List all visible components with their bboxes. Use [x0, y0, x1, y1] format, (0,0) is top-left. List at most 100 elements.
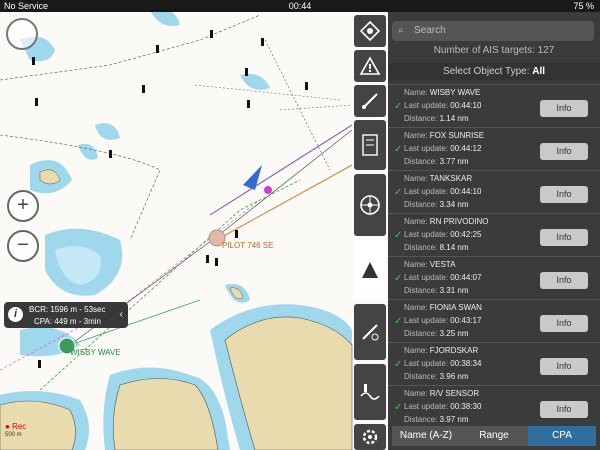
list-item[interactable]: ✓ Name: R/V SENSOR Last update: 00:38:30 Di… [388, 385, 600, 428]
target-name: RN PRIVODINO [429, 217, 489, 226]
target-name-line: Name: VESTA [404, 260, 456, 269]
target-name-line: Name: WISBY WAVE [404, 88, 481, 97]
steering-wheel-icon[interactable] [354, 174, 386, 236]
target-count: Number of AIS targets: 127 [433, 45, 555, 56]
object-type-value: All [532, 66, 546, 77]
record-indicator[interactable]: ● Rec [5, 422, 26, 431]
target-distance-line: Distance: 8.14 nm [404, 243, 469, 252]
list-item[interactable]: ✓ Name: VESTA Last update: 00:44:07 Distanc… [388, 256, 600, 299]
sort-tab[interactable]: Range [460, 426, 528, 446]
warning-icon[interactable] [354, 50, 386, 82]
info-button[interactable]: Info [540, 358, 588, 375]
info-button[interactable]: Info [540, 186, 588, 203]
target-distance: 3.31 nm [439, 286, 469, 295]
info-icon: i [8, 307, 23, 322]
target-distance-line: Distance: 3.96 nm [404, 372, 469, 381]
target-update-line: Last update: 00:38:34 [404, 359, 482, 368]
bcr-text: BCR: 1596 m - 53sec [29, 305, 106, 314]
target-distance-line: Distance: 3.97 nm [404, 415, 469, 424]
vessel-label-pilot: PILOT 746 SE [222, 241, 274, 250]
list-item[interactable]: ✓ Name: RN PRIVODINO Last update: 00:42:25… [388, 213, 600, 256]
zoom-in-button[interactable]: + [7, 190, 39, 222]
weather-tools-icon[interactable] [354, 304, 386, 360]
target-distance: 3.34 nm [439, 200, 469, 209]
target-name-line: Name: R/V SENSOR [404, 389, 480, 398]
target-name: VESTA [429, 260, 456, 269]
target-update-line: Last update: 00:44:12 [404, 144, 482, 153]
list-item[interactable]: ✓ Name: TANKSKAR Last update: 00:44:10 Dist… [388, 170, 600, 213]
chart-layers-icon[interactable] [354, 120, 386, 170]
target-update-line: Last update: 00:43:17 [404, 316, 482, 325]
target-last-update: 00:38:34 [450, 359, 482, 368]
target-name-line: Name: TANKSKAR [404, 174, 473, 183]
checkmark-icon: ✓ [394, 273, 403, 284]
route-edit-icon[interactable] [354, 85, 386, 117]
target-name: TANKSKAR [429, 174, 473, 183]
target-distance-line: Distance: 3.31 nm [404, 286, 469, 295]
target-name-line: Name: RN PRIVODINO [404, 217, 489, 226]
info-button[interactable]: Info [540, 229, 588, 246]
target-last-update: 00:38:30 [450, 402, 482, 411]
checkmark-icon: ✓ [394, 187, 403, 198]
list-item[interactable]: ✓ Name: FOX SUNRISE Last update: 00:44:12 D… [388, 127, 600, 170]
target-update-line: Last update: 00:44:10 [404, 187, 482, 196]
target-name-line: Name: FJORDSKAR [404, 346, 479, 355]
target-name: R/V SENSOR [429, 389, 480, 398]
settings-icon[interactable] [354, 424, 386, 450]
list-item[interactable]: ✓ Name: WISBY WAVE Last update: 00:44:10 Di… [388, 84, 600, 127]
target-name: FIONIA SWAN [429, 303, 482, 312]
target-distance-line: Distance: 3.34 nm [404, 200, 469, 209]
ais-targets-panel: ⌕ Search Number of AIS targets: 127 Sele… [388, 12, 600, 450]
target-distance: 3.77 nm [439, 157, 469, 166]
zoom-out-button[interactable]: − [7, 230, 39, 262]
search-placeholder: Search [414, 25, 446, 36]
target-last-update: 00:44:10 [450, 101, 482, 110]
target-update-line: Last update: 00:42:25 [404, 230, 482, 239]
target-distance: 3.97 nm [439, 415, 469, 424]
target-update-line: Last update: 00:44:10 [404, 101, 482, 110]
compass-icon[interactable] [6, 18, 38, 50]
sort-tabs: Name (A-Z) Range CPA [392, 426, 596, 446]
tides-icon[interactable] [354, 364, 386, 420]
info-button[interactable]: Info [540, 272, 588, 289]
list-item[interactable]: ✓ Name: FIONIA SWAN Last update: 00:43:17 D… [388, 299, 600, 342]
chevron-left-icon[interactable]: ‹ [120, 309, 123, 320]
cpa-text: CPA: 449 m - 3min [34, 317, 101, 326]
target-distance: 3.25 nm [439, 329, 469, 338]
side-toolbar [352, 12, 388, 450]
sort-tab[interactable]: Name (A-Z) [392, 426, 460, 446]
cpa-info-box[interactable]: i BCR: 1596 m - 53sec CPA: 449 m - 3min … [4, 302, 128, 328]
target-update-line: Last update: 00:38:30 [404, 402, 482, 411]
target-distance-line: Distance: 3.77 nm [404, 157, 469, 166]
info-button[interactable]: Info [540, 143, 588, 160]
checkmark-icon: ✓ [394, 402, 403, 413]
checkmark-icon: ✓ [394, 144, 403, 155]
search-icon: ⌕ [398, 25, 404, 36]
target-last-update: 00:42:25 [450, 230, 482, 239]
target-last-update: 00:44:10 [450, 187, 482, 196]
target-distance-line: Distance: 3.25 nm [404, 329, 469, 338]
checkmark-icon: ✓ [394, 230, 403, 241]
vessel-label-wisby: WISBY WAVE [70, 348, 121, 357]
list-item[interactable]: ✓ Name: FJORDSKAR Last update: 00:38:34 Dis… [388, 342, 600, 385]
scale-label: 500 m [5, 432, 22, 438]
info-button[interactable]: Info [540, 401, 588, 418]
object-type-selector[interactable]: Select Object Type: All [388, 63, 600, 81]
target-update-line: Last update: 00:44:07 [404, 273, 482, 282]
record-label: Rec [12, 422, 27, 431]
ais-target-icon[interactable] [354, 15, 386, 47]
info-button[interactable]: Info [540, 315, 588, 332]
target-last-update: 00:44:12 [450, 144, 482, 153]
battery-text: 75 % [573, 1, 594, 11]
sort-tab[interactable]: CPA [528, 426, 596, 446]
target-name: FOX SUNRISE [429, 131, 485, 140]
search-input[interactable]: ⌕ Search [392, 21, 594, 41]
ais-list-icon[interactable] [354, 240, 386, 300]
checkmark-icon: ✓ [394, 316, 403, 327]
waypoint-marker [264, 186, 272, 194]
target-last-update: 00:44:07 [450, 273, 482, 282]
info-button[interactable]: Info [540, 100, 588, 117]
target-distance: 3.96 nm [439, 372, 469, 381]
checkmark-icon: ✓ [394, 359, 403, 370]
target-last-update: 00:43:17 [450, 316, 482, 325]
